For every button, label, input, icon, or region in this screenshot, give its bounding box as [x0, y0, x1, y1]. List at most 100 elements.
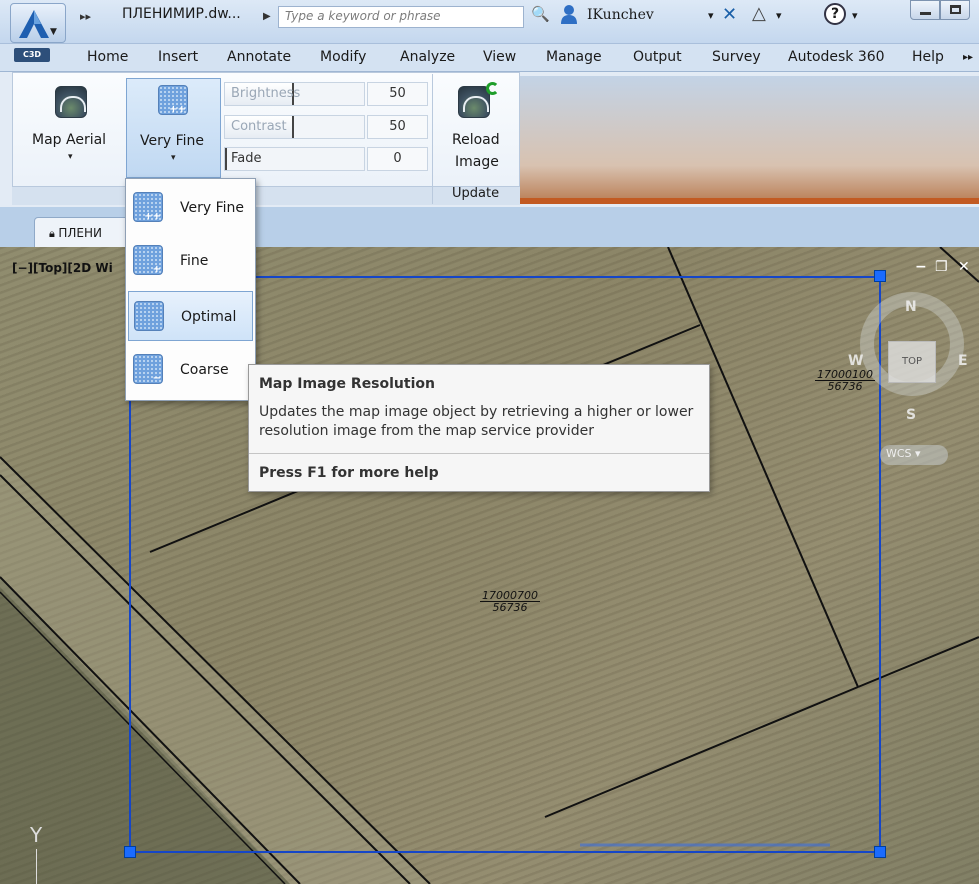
- fade-slider[interactable]: Fade: [224, 147, 365, 171]
- reload-label-2: Image: [455, 154, 499, 170]
- resolution-dropdown-menu: ++ Very Fine + Fine Optimal − Coarse: [125, 178, 256, 401]
- title-bar: ▼ C3D ▸▸ ПЛЕНИМИР.dw... ▶ Type a keyword…: [0, 0, 979, 62]
- user-icon[interactable]: [560, 4, 578, 24]
- file-tab-label: ПЛЕНИ: [58, 226, 102, 240]
- viewport-minimize-icon[interactable]: −: [915, 259, 927, 275]
- ucs-y-axis-line: [36, 849, 37, 884]
- chevron-down-icon[interactable]: ▾: [708, 9, 714, 22]
- tab-autodesk-360[interactable]: Autodesk 360: [788, 49, 885, 65]
- menu-item-coarse[interactable]: − Coarse: [128, 345, 253, 395]
- ribbon-tab-bar: Home Insert Annotate Modify Analyze View…: [0, 44, 979, 72]
- reload-label-1: Reload: [452, 132, 500, 148]
- brightness-slider-row: Brightness 50: [224, 82, 428, 106]
- tab-home[interactable]: Home: [87, 49, 128, 65]
- selection-grip[interactable]: [874, 270, 886, 282]
- autodesk-360-icon[interactable]: △: [752, 3, 766, 24]
- chevron-down-icon[interactable]: ▾: [776, 9, 782, 22]
- resolution-grid-icon: ++: [158, 85, 188, 115]
- chevron-down-icon[interactable]: ▾: [852, 9, 858, 22]
- tooltip: Map Image Resolution Updates the map ima…: [248, 364, 710, 492]
- map-aerial-icon: [55, 86, 87, 118]
- menu-item-label: Fine: [180, 253, 209, 269]
- brightness-label: Brightness: [231, 86, 301, 101]
- minimize-button[interactable]: [910, 0, 940, 20]
- tab-manage[interactable]: Manage: [546, 49, 602, 65]
- quick-access-more-icon[interactable]: ▸▸: [80, 10, 91, 23]
- application-menu-button[interactable]: ▼ C3D: [10, 3, 66, 63]
- tab-survey[interactable]: Survey: [712, 49, 761, 65]
- reload-image-button[interactable]: Reload Image: [440, 80, 516, 176]
- tab-output[interactable]: Output: [633, 49, 682, 65]
- contrast-slider-row: Contrast 50: [224, 115, 428, 139]
- brightness-slider[interactable]: Brightness: [224, 82, 365, 106]
- search-input[interactable]: Type a keyword or phrase: [278, 6, 524, 28]
- tooltip-description: Updates the map image object by retrievi…: [259, 404, 694, 439]
- compass-west[interactable]: W: [848, 353, 863, 369]
- window-title: ПЛЕНИМИР.dw...: [122, 6, 241, 22]
- contrast-label: Contrast: [231, 119, 287, 134]
- user-name[interactable]: IKunchev: [587, 7, 654, 23]
- menu-item-label: Coarse: [180, 362, 229, 378]
- title-expand-arrow-icon[interactable]: ▶: [263, 11, 271, 22]
- viewport-restore-icon[interactable]: ❐: [935, 259, 948, 275]
- resolution-button[interactable]: ++ Very Fine ▾: [126, 78, 221, 178]
- autocad-logo-icon: [10, 3, 66, 43]
- fade-slider-fill: [225, 148, 227, 170]
- compass-south[interactable]: S: [906, 407, 916, 423]
- fade-value[interactable]: 0: [367, 147, 428, 171]
- viewport-controls-label[interactable]: [−][Top][2D Wi: [12, 261, 113, 275]
- contrast-slider[interactable]: Contrast: [224, 115, 365, 139]
- compass-north[interactable]: N: [905, 299, 917, 315]
- ribbon-empty-area: [520, 76, 979, 204]
- menu-item-optimal[interactable]: Optimal: [128, 291, 253, 341]
- tab-help[interactable]: Help: [912, 49, 944, 65]
- parcel-area: 56736: [492, 601, 528, 614]
- tab-insert[interactable]: Insert: [158, 49, 198, 65]
- help-icon[interactable]: ?: [824, 3, 846, 25]
- lock-icon: 🔒︎: [49, 227, 59, 240]
- parcel-area: 56736: [827, 380, 863, 393]
- tab-modify[interactable]: Modify: [320, 49, 366, 65]
- compass-east[interactable]: E: [958, 353, 968, 369]
- map-aerial-label: Map Aerial: [32, 132, 107, 148]
- tab-view[interactable]: View: [483, 49, 516, 65]
- refresh-icon: [486, 82, 499, 95]
- very-fine-resolution-icon: ++: [133, 192, 163, 222]
- search-placeholder: Type a keyword or phrase: [285, 9, 441, 23]
- ribbon-panel-footer: [12, 186, 520, 205]
- fade-slider-row: Fade 0: [224, 147, 428, 171]
- menu-item-very-fine[interactable]: ++ Very Fine: [128, 183, 253, 233]
- tab-annotate[interactable]: Annotate: [227, 49, 291, 65]
- brightness-value[interactable]: 50: [367, 82, 428, 106]
- menu-item-fine[interactable]: + Fine: [128, 236, 253, 286]
- tooltip-title: Map Image Resolution: [259, 376, 435, 392]
- wcs-menu[interactable]: WCS ▾: [880, 445, 948, 465]
- panel-divider: [432, 74, 433, 204]
- resolution-label: Very Fine: [140, 133, 205, 149]
- product-badge: C3D: [14, 48, 50, 62]
- viewport-close-icon[interactable]: ✕: [958, 259, 970, 275]
- wcs-label: WCS: [886, 447, 912, 460]
- exchange-apps-icon[interactable]: ✕: [722, 4, 737, 25]
- chevron-down-icon: ▾: [68, 152, 73, 162]
- tooltip-divider: [249, 453, 709, 454]
- more-tabs-icon[interactable]: ▸▸: [963, 52, 973, 63]
- parcel-label: 17000700 56736: [480, 590, 540, 613]
- binoculars-search-icon[interactable]: 🔍: [531, 5, 550, 23]
- menu-item-label: Optimal: [181, 309, 237, 325]
- reload-image-icon: [458, 86, 490, 118]
- chevron-down-icon: ▼: [50, 27, 57, 37]
- tooltip-help-hint: Press F1 for more help: [259, 465, 439, 481]
- map-aerial-button[interactable]: Map Aerial ▾: [26, 80, 118, 176]
- chevron-down-icon: ▾: [171, 153, 176, 163]
- tab-analyze[interactable]: Analyze: [400, 49, 455, 65]
- selection-grip[interactable]: [874, 846, 886, 858]
- menu-item-label: Very Fine: [180, 200, 245, 216]
- maximize-button[interactable]: [940, 0, 970, 20]
- update-panel-title: Update: [452, 186, 500, 201]
- contrast-value[interactable]: 50: [367, 115, 428, 139]
- coarse-resolution-icon: −: [133, 354, 163, 384]
- fine-resolution-icon: +: [133, 245, 163, 275]
- viewcube-top-face[interactable]: TOP: [888, 341, 936, 383]
- selection-grip[interactable]: [124, 846, 136, 858]
